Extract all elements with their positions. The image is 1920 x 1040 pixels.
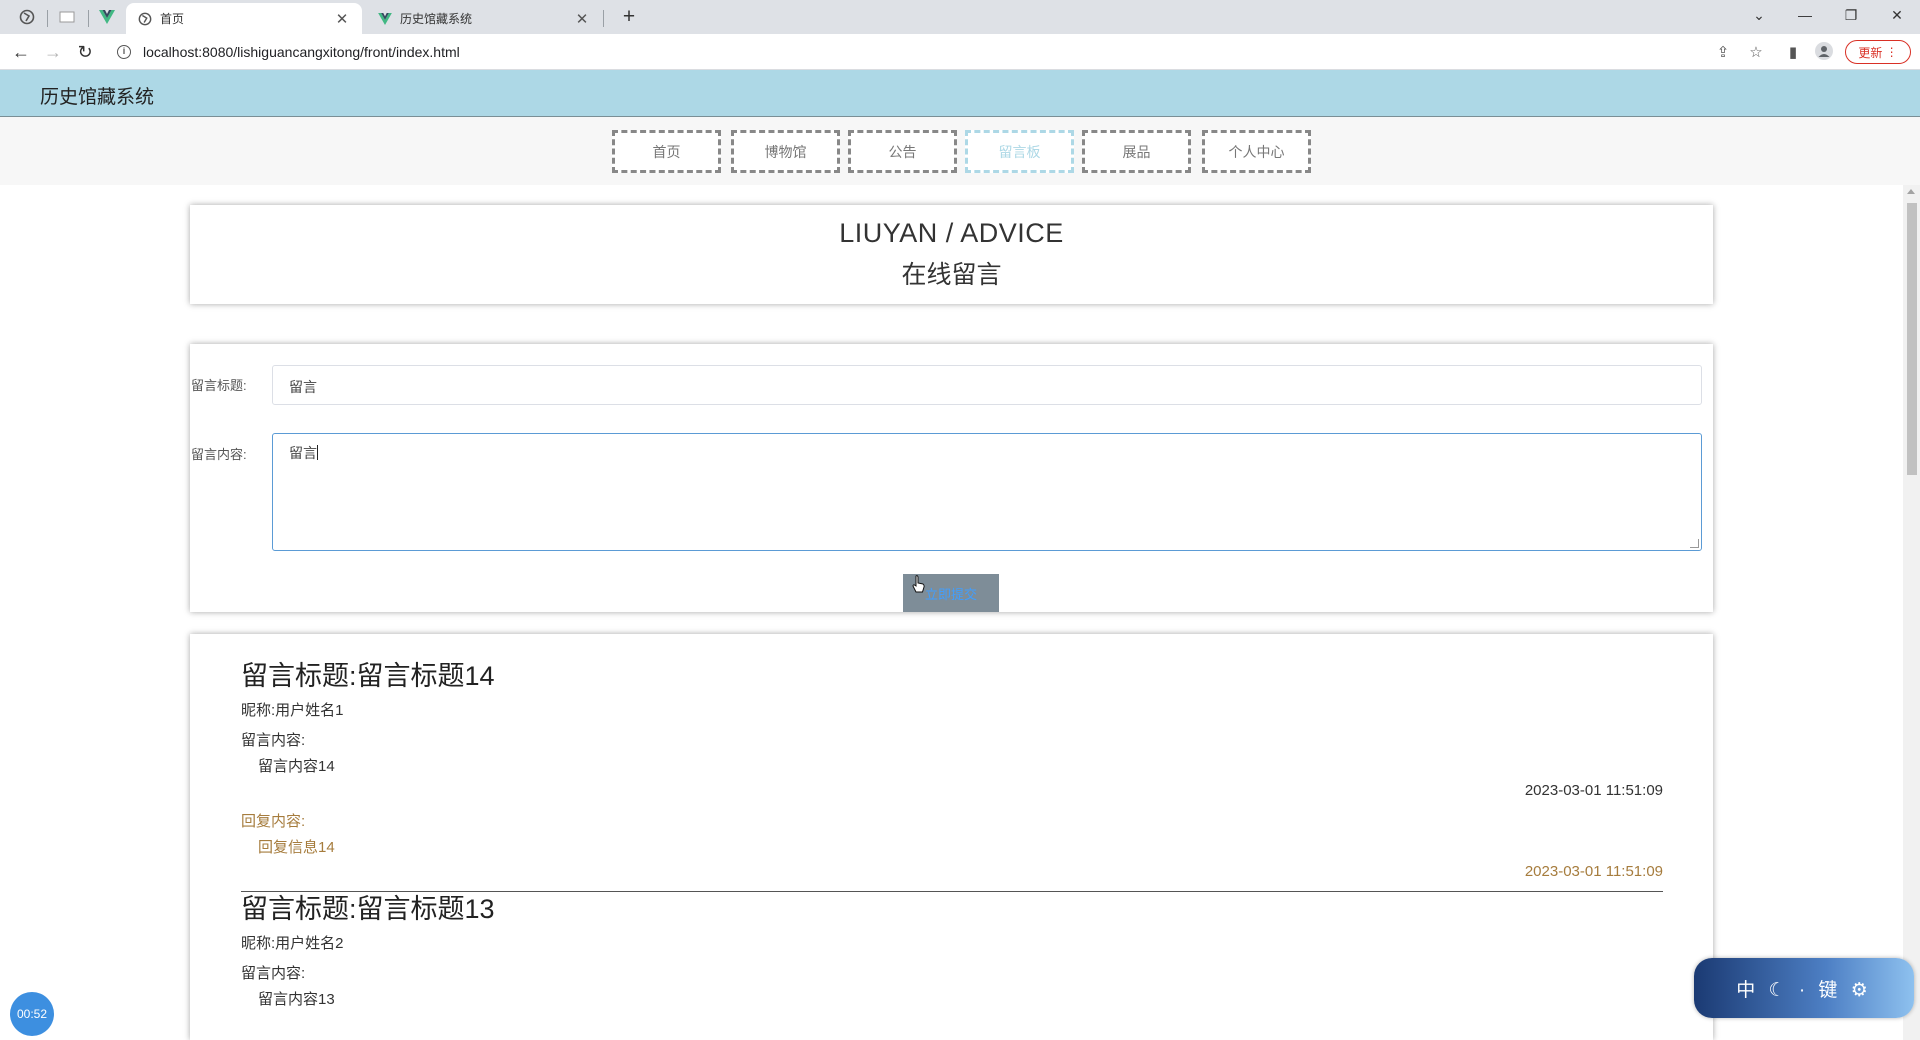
message-nickname: 昵称:用户姓名2 bbox=[241, 935, 344, 952]
share-icon[interactable]: ⇪ bbox=[1712, 42, 1734, 64]
address-bar[interactable]: i localhost:8080/lishiguancangxitong/fro… bbox=[108, 38, 1880, 66]
site-title: 历史馆藏系统 bbox=[40, 87, 155, 108]
message-time: 2023-03-01 11:51:09 bbox=[1524, 782, 1663, 799]
main-menu: 首页 博物馆 公告 留言板 展品 个人中心 bbox=[0, 117, 1920, 185]
section-heading: LIUYAN / ADVICE 在线留言 bbox=[190, 205, 1713, 304]
bookmark-star-icon[interactable]: ☆ bbox=[1745, 42, 1767, 64]
recording-timer: 00:52 bbox=[10, 992, 54, 1036]
update-button[interactable]: 更新 ⋮ bbox=[1845, 40, 1911, 64]
heading-chinese: 在线留言 bbox=[901, 261, 1002, 289]
message-content-label: 留言内容: bbox=[241, 732, 306, 749]
reply-time: 2023-03-01 11:51:09 bbox=[1524, 863, 1663, 880]
browser-tab-strip: 首页 ✕ 历史馆藏系统 ✕ + ⌄ — ❐ ✕ bbox=[0, 0, 1920, 34]
message-nickname: 昵称:用户姓名1 bbox=[241, 702, 344, 719]
profile-avatar-icon[interactable] bbox=[1813, 42, 1835, 64]
tab-separator bbox=[603, 10, 604, 27]
message-title-value: 留言 bbox=[289, 379, 317, 395]
menu-item-home[interactable]: 首页 bbox=[612, 130, 721, 173]
reply-content: 回复信息14 bbox=[258, 839, 335, 856]
vue-logo-icon bbox=[99, 10, 115, 24]
tab-close-icon[interactable]: ✕ bbox=[574, 10, 590, 28]
globe-icon bbox=[138, 12, 152, 25]
reply-label: 回复内容: bbox=[241, 813, 306, 830]
site-info-icon[interactable]: i bbox=[117, 45, 131, 59]
person-icon bbox=[1815, 42, 1833, 60]
message-list: 留言标题:留言标题14 昵称:用户姓名1 留言内容: 留言内容14 2023-0… bbox=[190, 634, 1713, 1040]
pinned-tab-globe-icon[interactable] bbox=[10, 3, 44, 31]
tab-separator bbox=[47, 10, 48, 27]
tab-title: 历史馆藏系统 bbox=[400, 12, 473, 26]
message-form: 留言标题: 留言 留言内容: 留言 立即提交 bbox=[190, 344, 1713, 612]
pinned-tab-vue-icon[interactable] bbox=[90, 3, 124, 31]
tab-search-chevron-icon[interactable]: ⌄ bbox=[1736, 0, 1782, 30]
new-tab-button[interactable]: + bbox=[616, 5, 642, 31]
menu-item-personal-center[interactable]: 个人中心 bbox=[1202, 130, 1311, 173]
resize-handle[interactable] bbox=[1690, 539, 1699, 548]
scroll-up-arrow-icon[interactable] bbox=[1907, 189, 1915, 194]
globe-icon bbox=[19, 9, 35, 25]
timer-text: 00:52 bbox=[16, 1007, 48, 1021]
message-content-value: 留言 bbox=[289, 445, 317, 461]
scrollbar-thumb[interactable] bbox=[1907, 203, 1917, 475]
text-caret bbox=[317, 445, 318, 460]
restore-button[interactable]: ❐ bbox=[1828, 0, 1874, 30]
hand-cursor-icon bbox=[912, 575, 925, 593]
message-item: 留言标题:留言标题14 昵称:用户姓名1 留言内容: 留言内容14 2023-0… bbox=[241, 654, 1663, 892]
heading-english: LIUYAN / ADVICE bbox=[839, 218, 1064, 248]
side-panel-icon[interactable]: ▮ bbox=[1782, 42, 1804, 64]
url-text: localhost:8080/lishiguancangxitong/front… bbox=[143, 44, 460, 60]
title-field-label: 留言标题: bbox=[191, 378, 247, 393]
minimize-button[interactable]: — bbox=[1782, 0, 1828, 30]
message-content-textarea[interactable]: 留言 bbox=[272, 433, 1702, 551]
forward-arrow-icon[interactable]: → bbox=[41, 40, 65, 64]
tab-home[interactable]: 首页 ✕ bbox=[126, 3, 362, 34]
site-header: 历史馆藏系统 bbox=[0, 70, 1920, 117]
back-arrow-icon[interactable]: ← bbox=[9, 40, 33, 64]
submit-label: 立即提交 bbox=[924, 586, 977, 602]
content-field-label: 留言内容: bbox=[191, 447, 247, 462]
tab-history-system[interactable]: 历史馆藏系统 ✕ bbox=[366, 3, 602, 34]
menu-item-notice[interactable]: 公告 bbox=[848, 130, 957, 173]
message-title-input[interactable]: 留言 bbox=[272, 365, 1702, 405]
blank-page-icon bbox=[59, 11, 75, 23]
ime-toolbar-widget[interactable]: 中 ☾ · 键 ⚙ bbox=[1694, 958, 1914, 1018]
tab-separator bbox=[88, 10, 89, 27]
reload-icon[interactable]: ↻ bbox=[73, 40, 97, 64]
close-window-button[interactable]: ✕ bbox=[1874, 0, 1920, 30]
pinned-tab-blank-icon[interactable] bbox=[50, 3, 84, 31]
menu-item-exhibits[interactable]: 展品 bbox=[1082, 130, 1191, 173]
message-content-label: 留言内容: bbox=[241, 965, 306, 982]
message-title: 留言标题:留言标题14 bbox=[241, 661, 495, 691]
vue-logo-icon bbox=[378, 12, 392, 25]
message-content: 留言内容14 bbox=[258, 758, 335, 775]
menu-item-museum[interactable]: 博物馆 bbox=[731, 130, 840, 173]
tab-title: 首页 bbox=[160, 12, 185, 26]
tab-close-icon[interactable]: ✕ bbox=[334, 10, 350, 28]
menu-item-message-board[interactable]: 留言板 bbox=[965, 130, 1074, 173]
message-content: 留言内容13 bbox=[258, 991, 335, 1008]
message-title: 留言标题:留言标题13 bbox=[241, 894, 495, 924]
update-label: 更新 bbox=[1858, 45, 1883, 60]
page-scrollbar[interactable] bbox=[1903, 185, 1920, 1040]
browser-toolbar: ← → ↻ i localhost:8080/lishiguancangxito… bbox=[0, 34, 1920, 70]
message-item: 留言标题:留言标题13 昵称:用户姓名2 留言内容: 留言内容13 bbox=[241, 887, 1663, 1009]
ime-widget-text: 中 ☾ · 键 ⚙ bbox=[1736, 979, 1872, 1001]
